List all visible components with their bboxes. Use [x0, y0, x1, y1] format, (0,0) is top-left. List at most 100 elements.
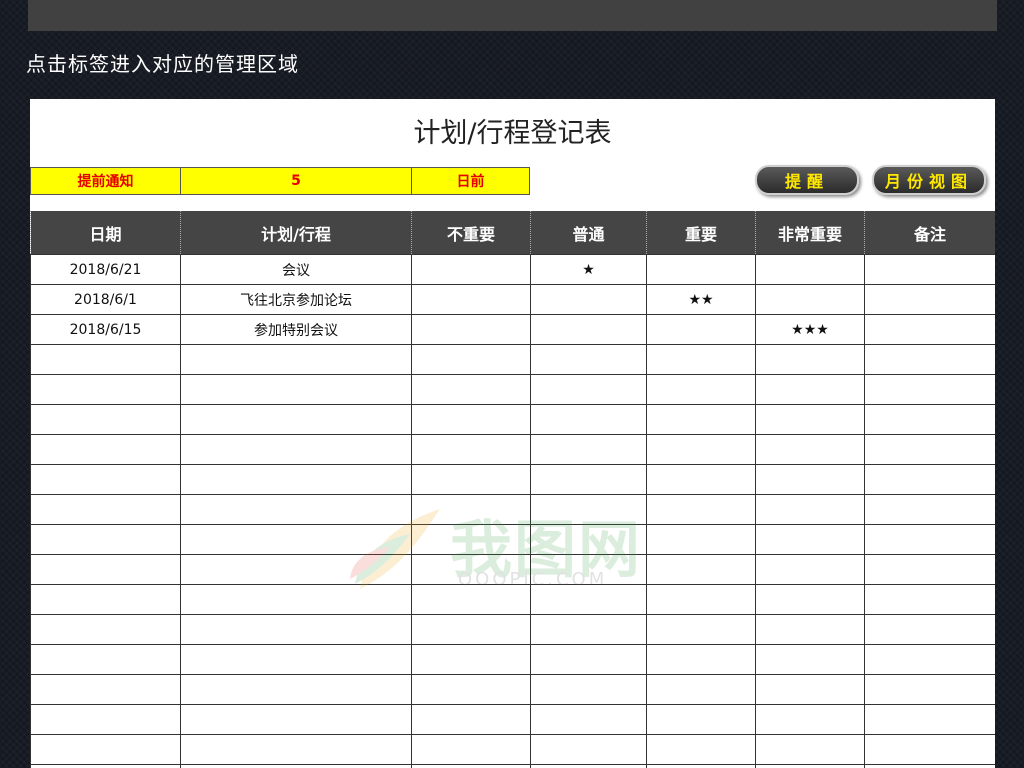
table-cell[interactable]: [30, 734, 181, 765]
table-cell[interactable]: [30, 404, 181, 435]
table-cell[interactable]: [755, 644, 865, 675]
table-cell[interactable]: [530, 614, 647, 645]
table-cell[interactable]: [864, 734, 995, 765]
table-cell[interactable]: [530, 524, 647, 555]
table-cell[interactable]: [755, 764, 865, 768]
table-cell[interactable]: [646, 314, 756, 345]
table-cell[interactable]: [411, 284, 531, 315]
table-cell[interactable]: [30, 764, 181, 768]
table-cell[interactable]: [411, 644, 531, 675]
table-cell[interactable]: [30, 584, 181, 615]
table-cell[interactable]: [646, 764, 756, 768]
table-cell[interactable]: [180, 494, 412, 525]
table-cell[interactable]: [755, 284, 865, 315]
table-cell[interactable]: [864, 404, 995, 435]
month-view-button[interactable]: 月份视图: [872, 165, 986, 195]
table-cell[interactable]: [755, 344, 865, 375]
table-cell[interactable]: [530, 374, 647, 405]
table-cell[interactable]: [411, 434, 531, 465]
column-header[interactable]: 重要: [646, 211, 756, 255]
table-cell[interactable]: [530, 464, 647, 495]
table-cell[interactable]: [646, 464, 756, 495]
table-cell[interactable]: [411, 734, 531, 765]
table-cell[interactable]: ★★: [646, 284, 756, 315]
table-cell[interactable]: [755, 554, 865, 585]
table-cell[interactable]: [411, 554, 531, 585]
table-cell[interactable]: [411, 464, 531, 495]
table-cell[interactable]: [180, 584, 412, 615]
table-cell[interactable]: [180, 764, 412, 768]
notice-days-field[interactable]: 5: [180, 167, 412, 195]
table-cell[interactable]: [180, 524, 412, 555]
table-cell[interactable]: [30, 524, 181, 555]
table-cell[interactable]: [646, 674, 756, 705]
table-cell[interactable]: [411, 404, 531, 435]
table-cell[interactable]: [530, 644, 647, 675]
table-cell[interactable]: [864, 554, 995, 585]
table-cell[interactable]: [411, 524, 531, 555]
table-cell[interactable]: [530, 314, 647, 345]
table-cell[interactable]: [864, 314, 995, 345]
table-cell[interactable]: [30, 464, 181, 495]
table-cell[interactable]: [530, 434, 647, 465]
table-cell[interactable]: [646, 434, 756, 465]
table-cell[interactable]: [864, 644, 995, 675]
table-cell[interactable]: 会议: [180, 254, 412, 285]
table-cell[interactable]: [646, 614, 756, 645]
table-cell[interactable]: [411, 374, 531, 405]
table-cell[interactable]: [646, 524, 756, 555]
table-cell[interactable]: [30, 494, 181, 525]
table-cell[interactable]: [530, 554, 647, 585]
table-cell[interactable]: [530, 674, 647, 705]
table-cell[interactable]: [864, 254, 995, 285]
column-header[interactable]: 日期: [30, 211, 181, 255]
table-cell[interactable]: [30, 554, 181, 585]
table-cell[interactable]: [530, 494, 647, 525]
table-cell[interactable]: [864, 284, 995, 315]
table-cell[interactable]: [755, 734, 865, 765]
column-header[interactable]: 计划/行程: [180, 211, 412, 255]
table-cell[interactable]: 飞往北京参加论坛: [180, 284, 412, 315]
table-cell[interactable]: [530, 764, 647, 768]
table-cell[interactable]: [411, 584, 531, 615]
table-cell[interactable]: [646, 704, 756, 735]
table-cell[interactable]: [755, 464, 865, 495]
table-cell[interactable]: [180, 614, 412, 645]
column-header[interactable]: 普通: [530, 211, 647, 255]
table-cell[interactable]: [864, 584, 995, 615]
table-cell[interactable]: [864, 434, 995, 465]
table-cell[interactable]: [411, 344, 531, 375]
table-cell[interactable]: [755, 704, 865, 735]
column-header[interactable]: 非常重要: [755, 211, 865, 255]
table-cell[interactable]: [180, 404, 412, 435]
table-cell[interactable]: [530, 584, 647, 615]
table-cell[interactable]: [411, 764, 531, 768]
table-cell[interactable]: [30, 434, 181, 465]
table-cell[interactable]: [646, 734, 756, 765]
table-cell[interactable]: [180, 374, 412, 405]
table-cell[interactable]: [755, 494, 865, 525]
table-cell[interactable]: [411, 674, 531, 705]
table-cell[interactable]: [180, 704, 412, 735]
table-cell[interactable]: [411, 494, 531, 525]
column-header[interactable]: 备注: [864, 211, 995, 255]
table-cell[interactable]: [646, 554, 756, 585]
table-cell[interactable]: [180, 554, 412, 585]
table-cell[interactable]: [864, 464, 995, 495]
table-cell[interactable]: [180, 644, 412, 675]
table-cell[interactable]: [530, 704, 647, 735]
table-cell[interactable]: 2018/6/15: [30, 314, 181, 345]
table-cell[interactable]: [180, 344, 412, 375]
remind-button[interactable]: 提醒: [755, 165, 859, 195]
table-cell[interactable]: [646, 344, 756, 375]
table-cell[interactable]: [530, 734, 647, 765]
table-cell[interactable]: [30, 374, 181, 405]
table-cell[interactable]: [530, 344, 647, 375]
table-cell[interactable]: [755, 254, 865, 285]
table-cell[interactable]: [180, 674, 412, 705]
table-cell[interactable]: [30, 614, 181, 645]
column-header[interactable]: 不重要: [411, 211, 531, 255]
table-cell[interactable]: [30, 644, 181, 675]
table-cell[interactable]: [180, 464, 412, 495]
table-cell[interactable]: [180, 734, 412, 765]
